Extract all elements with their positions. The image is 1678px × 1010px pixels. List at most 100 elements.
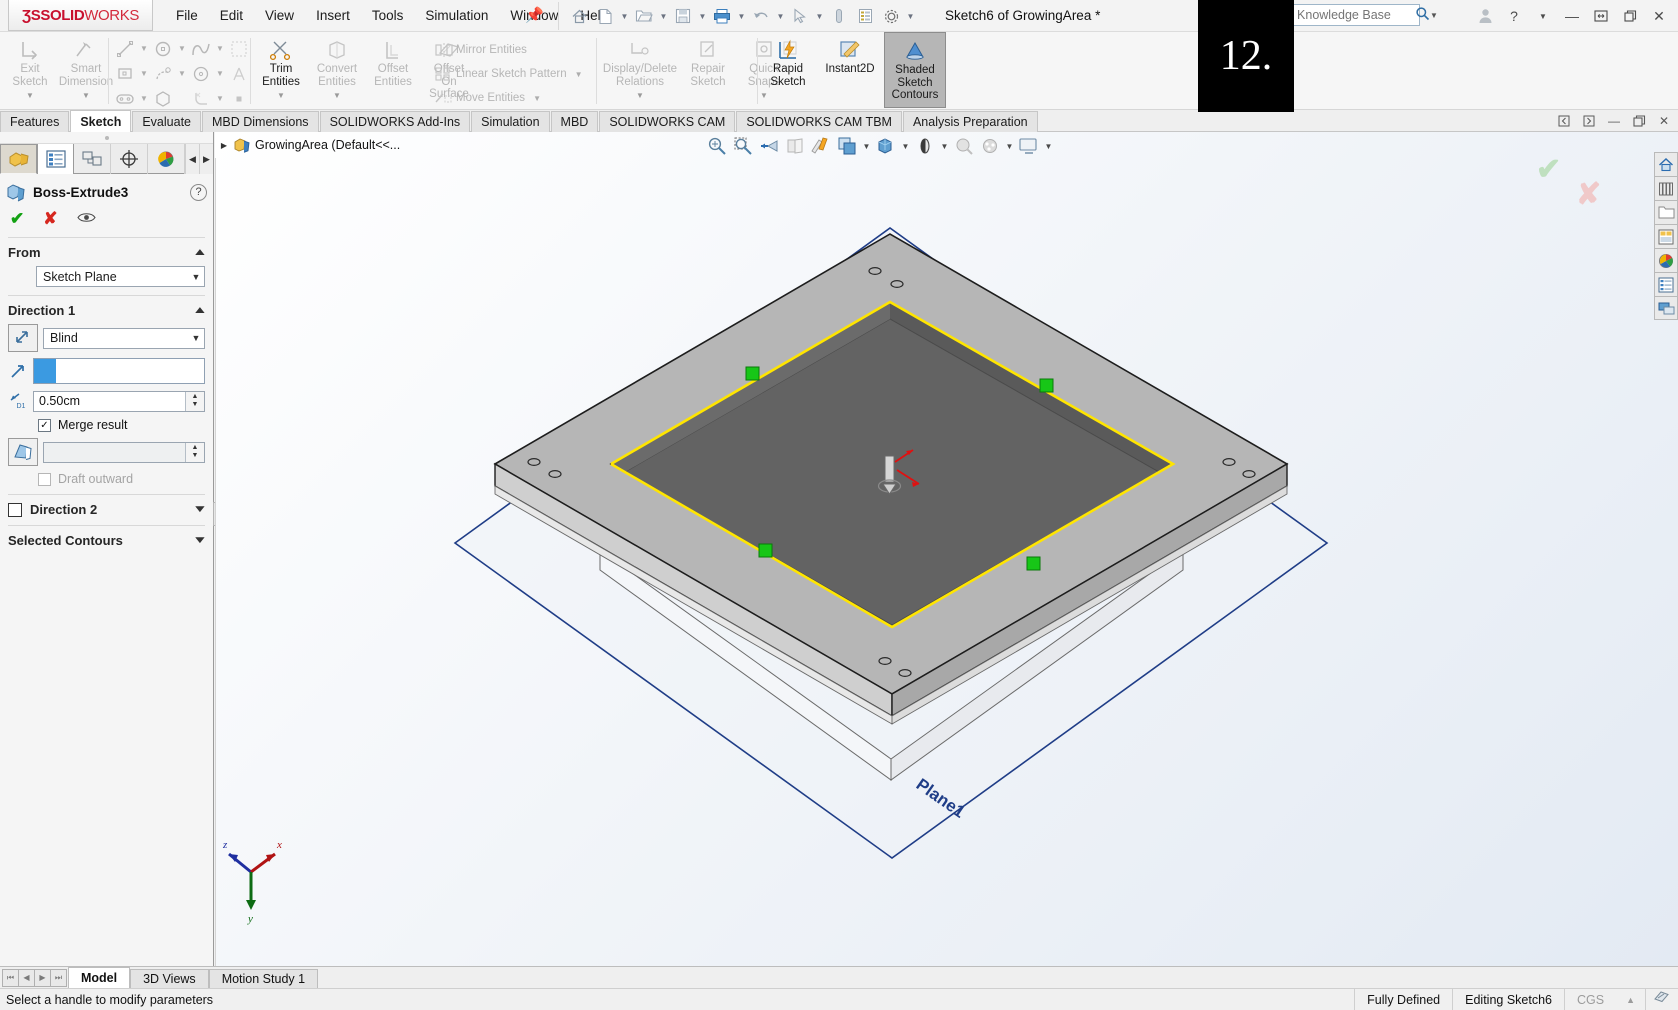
- view-palette-button[interactable]: [1654, 224, 1678, 248]
- chevron-down-icon[interactable]: ▼: [1430, 11, 1438, 20]
- menu-tools[interactable]: Tools: [361, 0, 415, 31]
- chevron-down-icon[interactable]: ▼: [192, 504, 208, 515]
- tab-simulation[interactable]: Simulation: [471, 111, 550, 132]
- chevron-down-icon[interactable]: ▼: [333, 90, 341, 103]
- solidworks-resources-button[interactable]: [1654, 152, 1678, 176]
- chevron-down-icon[interactable]: ▼: [1530, 3, 1556, 29]
- reverse-direction-button[interactable]: [8, 324, 38, 352]
- section-direction1-header[interactable]: Direction 1 ▲: [0, 301, 213, 321]
- tab-solidworks-cam-tbm[interactable]: SOLIDWORKS CAM TBM: [736, 111, 902, 132]
- chevron-down-icon[interactable]: ▼: [214, 69, 226, 78]
- chevron-down-icon[interactable]: ▼: [658, 12, 669, 21]
- print-icon[interactable]: [710, 3, 734, 29]
- trim-entities-button[interactable]: Trim Entities ▼: [253, 32, 309, 108]
- document-restore-button[interactable]: [1629, 112, 1649, 130]
- circle-icon[interactable]: [150, 36, 176, 61]
- repair-sketch-button[interactable]: Repair Sketch: [680, 32, 736, 108]
- linear-sketch-pattern-button[interactable]: Linear Sketch Pattern ▼: [432, 62, 585, 86]
- cancel-button[interactable]: ✘: [43, 209, 57, 229]
- menu-insert[interactable]: Insert: [305, 0, 361, 31]
- tab-model[interactable]: Model: [68, 967, 131, 988]
- restore-button[interactable]: [1588, 3, 1614, 29]
- menu-file[interactable]: File: [165, 0, 209, 31]
- chevron-down-icon[interactable]: ▼: [697, 12, 708, 21]
- move-entities-button[interactable]: Move Entities ▼: [432, 86, 585, 110]
- perimeter-circle-icon[interactable]: [188, 61, 214, 86]
- direction1-depth-input[interactable]: 0.50cm ▲ ▼: [33, 390, 205, 412]
- document-minimize-button[interactable]: —: [1604, 112, 1624, 130]
- tab-solidworks-cam[interactable]: SOLIDWORKS CAM: [599, 111, 736, 132]
- solidworks-forum-button[interactable]: [1654, 296, 1678, 320]
- design-library-button[interactable]: [1654, 176, 1678, 200]
- panel-splitter[interactable]: [0, 132, 213, 144]
- chevron-down-icon[interactable]: ▼: [138, 44, 150, 53]
- document-close-button[interactable]: ✕: [1654, 112, 1674, 130]
- arc-icon[interactable]: [150, 61, 176, 86]
- display-manager-tab[interactable]: [148, 144, 185, 174]
- chevron-down-icon[interactable]: ▼: [82, 90, 90, 103]
- minimize-button[interactable]: —: [1559, 3, 1585, 29]
- section-selected-contours-header[interactable]: Selected Contours ▼: [0, 531, 213, 551]
- next-tab-button[interactable]: ▶: [34, 968, 51, 987]
- grid-pattern-icon[interactable]: [226, 36, 252, 61]
- model-viewport[interactable]: Plane1 z x y: [215, 132, 1678, 966]
- save-icon[interactable]: [671, 3, 695, 29]
- direction1-end-condition-select[interactable]: Blind ▼: [43, 327, 205, 349]
- tab-3d-views[interactable]: 3D Views: [130, 969, 209, 988]
- draft-angle-button[interactable]: [8, 438, 38, 466]
- tab-solidworks-add-ins[interactable]: SOLIDWORKS Add-Ins: [319, 111, 471, 132]
- merge-result-checkbox[interactable]: ✓: [38, 418, 51, 432]
- offset-entities-button[interactable]: Offset Entities: [365, 32, 421, 108]
- from-condition-select[interactable]: Sketch Plane ▼: [36, 266, 205, 287]
- settings-gear-icon[interactable]: [879, 3, 903, 29]
- chevron-down-icon[interactable]: ▼: [138, 94, 150, 103]
- chevron-down-icon[interactable]: ▼: [192, 535, 208, 546]
- instant2d-button[interactable]: Instant2D: [816, 32, 884, 108]
- chevron-down-icon[interactable]: ▼: [775, 12, 786, 21]
- help-icon[interactable]: ?: [1501, 3, 1527, 29]
- polygon-icon[interactable]: [150, 86, 176, 111]
- options-list-icon[interactable]: [853, 3, 877, 29]
- chevron-down-icon[interactable]: ▼: [188, 333, 204, 343]
- solidworks-logo[interactable]: ƷSSOLIDWORKS: [8, 0, 153, 31]
- section-direction2-header[interactable]: Direction 2 ▼: [0, 500, 213, 520]
- scroll-left-icon[interactable]: ◀: [185, 144, 199, 174]
- search-icon[interactable]: [1415, 6, 1430, 24]
- line-icon[interactable]: [112, 36, 138, 61]
- pushpin-icon[interactable]: 📌: [525, 7, 544, 25]
- chevron-down-icon[interactable]: ▼: [188, 272, 204, 282]
- chevron-down-icon[interactable]: ▼: [814, 12, 825, 21]
- file-explorer-button[interactable]: [1654, 200, 1678, 224]
- chevron-down-icon[interactable]: ▼: [531, 94, 543, 103]
- undo-icon[interactable]: [749, 3, 773, 29]
- feature-manager-tab[interactable]: [0, 144, 38, 174]
- depth-stepper[interactable]: ▲ ▼: [185, 391, 204, 411]
- chevron-down-icon[interactable]: ▼: [26, 90, 34, 103]
- slot-icon[interactable]: [112, 86, 138, 111]
- merge-result-row[interactable]: ✓ Merge result: [0, 415, 213, 435]
- tab-mbd-dimensions[interactable]: MBD Dimensions: [202, 111, 319, 132]
- text-icon[interactable]: [226, 61, 252, 86]
- close-button[interactable]: ✕: [1646, 3, 1672, 29]
- menu-simulation[interactable]: Simulation: [414, 0, 499, 31]
- previous-document-icon[interactable]: [1554, 112, 1574, 130]
- draft-stepper[interactable]: ▲ ▼: [185, 442, 204, 462]
- display-delete-relations-button[interactable]: Display/Delete Relations ▼: [600, 32, 680, 108]
- open-icon[interactable]: [632, 3, 656, 29]
- tab-motion-study-1[interactable]: Motion Study 1: [208, 969, 319, 988]
- direction1-vector-field[interactable]: [33, 358, 205, 384]
- draft-outward-checkbox[interactable]: [38, 472, 51, 486]
- menu-view[interactable]: View: [254, 0, 305, 31]
- tab-features[interactable]: Features: [0, 111, 70, 132]
- last-tab-button[interactable]: ⏭: [50, 968, 67, 987]
- graphics-area[interactable]: ▶ GrowingArea (Default<<... ▼ ▼ ▼ ▼ ▼ ✔ …: [215, 132, 1678, 966]
- chevron-down-icon[interactable]: ▼: [736, 12, 747, 21]
- section-from-header[interactable]: From ▲: [0, 243, 213, 263]
- tab-mbd[interactable]: MBD: [550, 111, 599, 132]
- point-icon[interactable]: [226, 86, 252, 111]
- accept-button[interactable]: ✔: [10, 209, 24, 229]
- direction-vector-icon[interactable]: [8, 360, 28, 382]
- convert-entities-button[interactable]: Convert Entities ▼: [309, 32, 365, 108]
- chevron-down-icon[interactable]: ▼: [176, 69, 188, 78]
- chevron-down-icon[interactable]: ▼: [636, 90, 644, 103]
